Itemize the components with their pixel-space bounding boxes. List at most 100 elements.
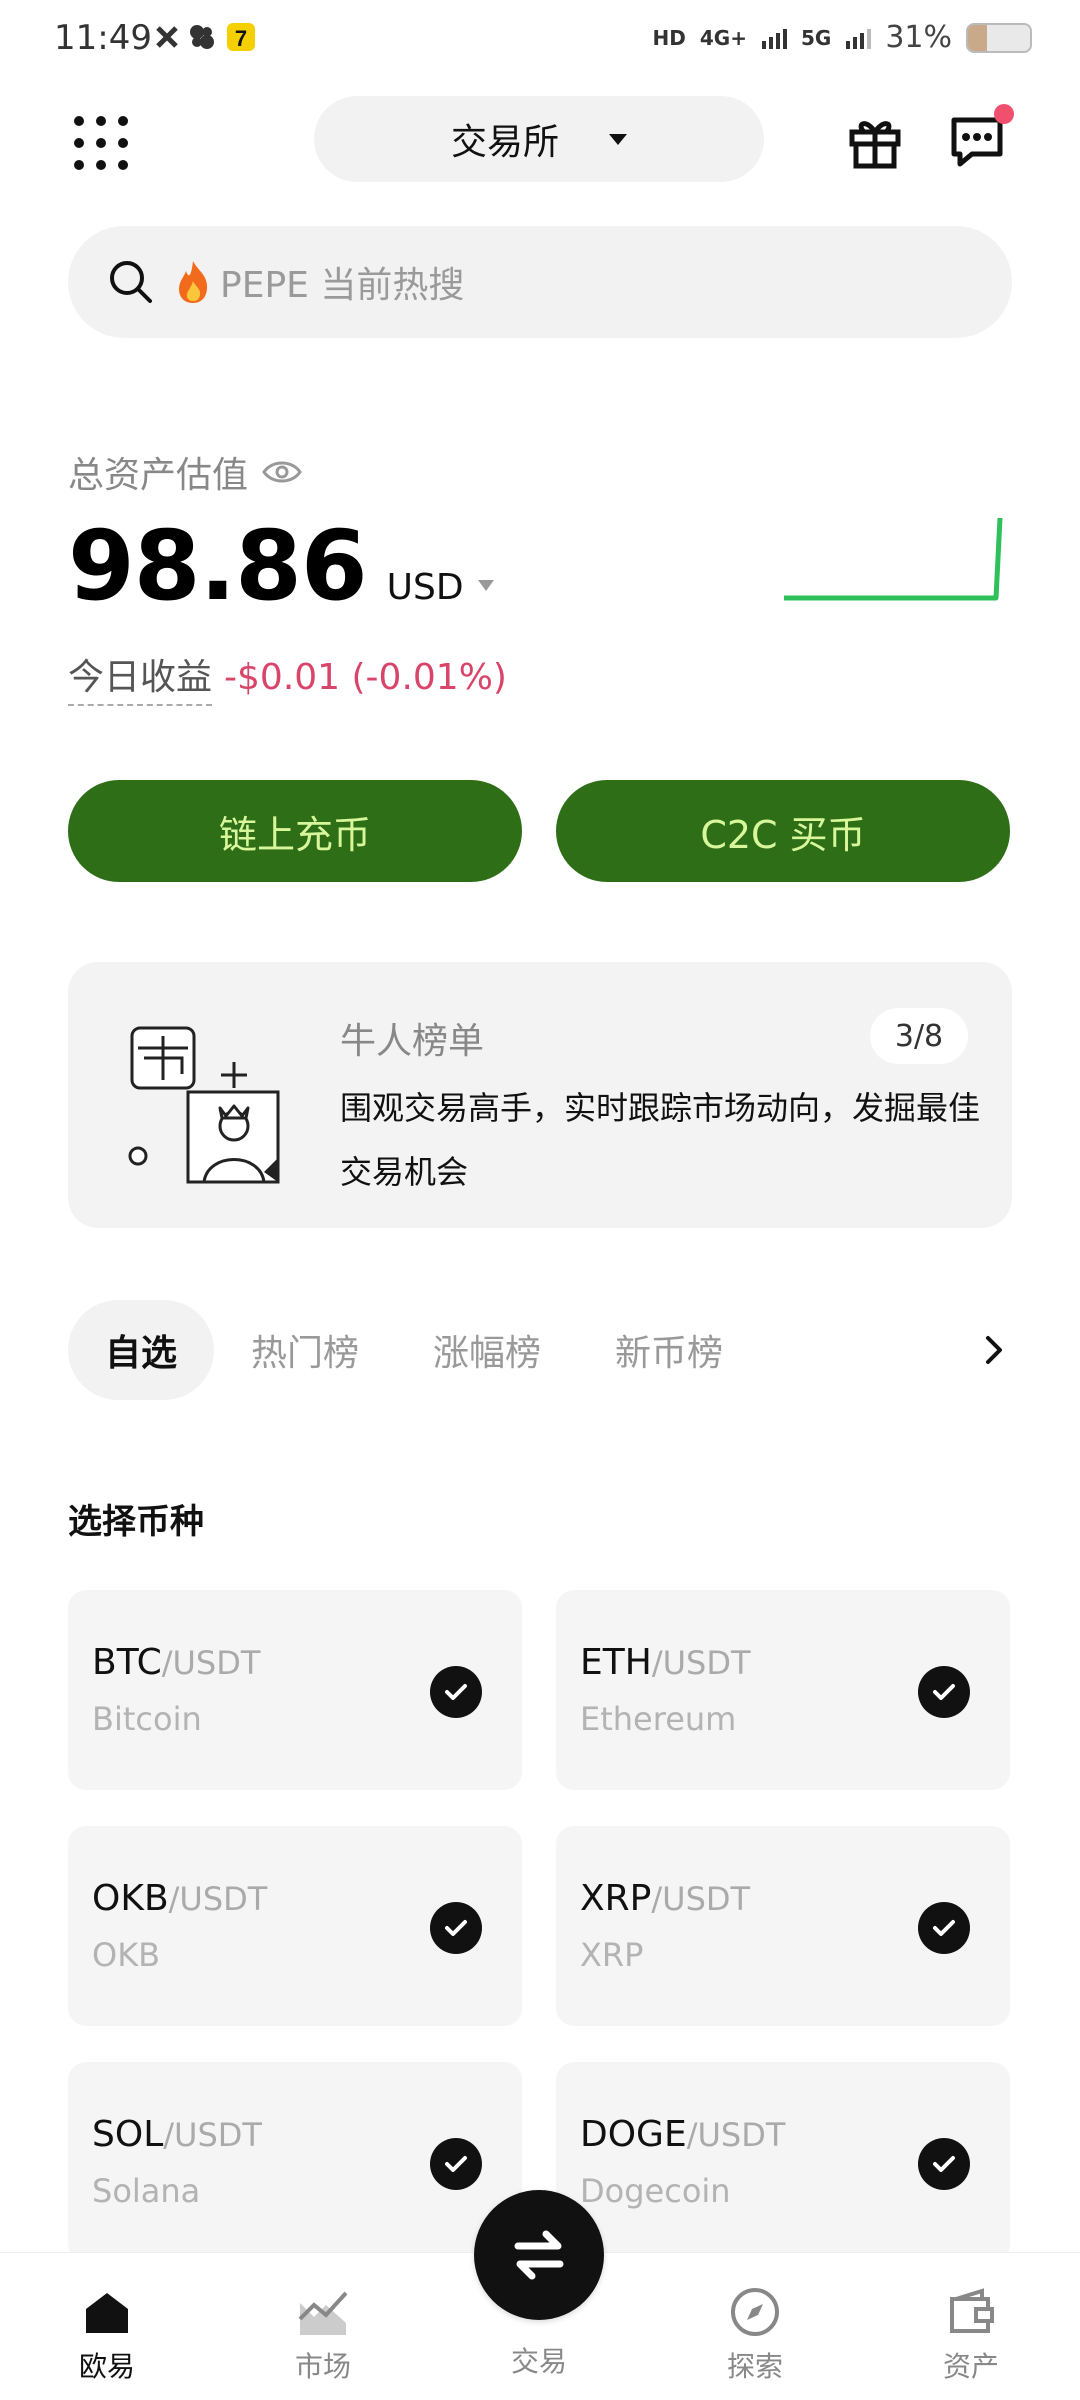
nav-home-label: 欧易 (78, 2350, 135, 2383)
coin-card-sol[interactable]: SOL/USDT Solana (68, 2062, 522, 2262)
status-time: 11:49 (54, 18, 152, 58)
nav-market[interactable]: 市场 (248, 2253, 398, 2400)
leaderboard-title: 牛人榜单 (340, 1021, 485, 1062)
coin-quote: /USDT (651, 1880, 751, 1918)
status-app-icons: 7 (156, 22, 256, 52)
coin-quote: /USDT (686, 2116, 786, 2154)
leaderboard-description: 围观交易高手，实时跟踪市场动向，发掘最佳交易机会 (340, 1089, 981, 1191)
coin-symbol: XRP (580, 1878, 652, 1919)
coin-pair: ETH/USDT (580, 1642, 751, 1683)
total-assets-value: 98.86 (68, 510, 368, 622)
battery-level (968, 24, 988, 51)
leaderboard-banner[interactable]: 牛人榜单 3/8 围观交易高手，实时跟踪市场动向，发掘最佳交易机会 (68, 962, 1012, 1228)
coin-card-doge[interactable]: DOGE/USDT Dogecoin (556, 2062, 1010, 2262)
battery-percent: 31% (885, 20, 952, 55)
wallet-icon (950, 2288, 994, 2333)
coin-symbol: BTC (92, 1642, 162, 1683)
currency-unit-selector[interactable]: USD (387, 567, 464, 608)
compass-icon (731, 2288, 779, 2336)
nav-trade-label: 交易 (510, 2345, 567, 2378)
swap-icon (514, 2230, 564, 2280)
total-assets-value-row: 98.86 USD (68, 510, 494, 622)
ranking-tabs: 自选 热门榜 涨幅榜 新币榜 (68, 1300, 1012, 1400)
market-chart-icon (298, 2291, 348, 2335)
leaderboard-illustration (128, 1026, 280, 1184)
c2c-buy-button[interactable]: C2C 买币 (556, 780, 1010, 882)
coin-quote: /USDT (651, 1644, 751, 1682)
chevron-right-icon[interactable] (976, 1332, 1012, 1368)
coin-card-okb[interactable]: OKB/USDT OKB (68, 1826, 522, 2026)
hd-indicator: HD (652, 25, 686, 50)
nav-market-label: 市场 (294, 2350, 351, 2383)
check-icon[interactable] (918, 1666, 970, 1718)
status-bar: 11:49 7 HD 4G+ 5G 31% (0, 0, 1080, 80)
notification-dot (994, 104, 1014, 124)
total-assets-header: 总资产估值 (68, 446, 302, 498)
check-icon[interactable] (918, 2138, 970, 2190)
app-notification-icon (156, 26, 178, 48)
svg-text:7: 7 (235, 26, 247, 51)
coin-quote: /USDT (168, 1880, 268, 1918)
check-icon[interactable] (430, 2138, 482, 2190)
coin-quote: /USDT (163, 2116, 262, 2154)
nav-explore[interactable]: 探索 (680, 2253, 830, 2400)
trade-button[interactable] (474, 2190, 604, 2320)
caret-down-icon (609, 133, 627, 145)
message-button[interactable] (948, 104, 1014, 170)
grid-menu-icon[interactable] (74, 116, 128, 170)
status-right: HD 4G+ 5G 31% (653, 20, 1032, 55)
nav-assets-label: 资产 (942, 2350, 999, 2383)
nav-explore-label: 探索 (726, 2350, 783, 2383)
app-header: 交易所 (0, 96, 1080, 186)
check-icon[interactable] (918, 1902, 970, 1954)
tab-hot[interactable]: 热门榜 (214, 1300, 396, 1400)
tab-watchlist[interactable]: 自选 (68, 1300, 215, 1400)
banner-page-indicator: 3/8 (870, 1008, 968, 1064)
search-bar[interactable]: PEPE 当前热搜 (68, 226, 1012, 338)
tab-gainers[interactable]: 涨幅榜 (396, 1300, 578, 1400)
network-4g-indicator: 4G+ (699, 25, 747, 50)
eye-icon[interactable] (262, 458, 302, 486)
exchange-mode-label: 交易所 (450, 122, 559, 163)
onchain-deposit-button[interactable]: 链上充币 (68, 780, 522, 882)
total-assets-label: 总资产估值 (68, 455, 249, 496)
app-seven-icon: 7 (227, 23, 255, 51)
coin-name: Ethereum (580, 1700, 737, 1738)
coin-name: Dogecoin (580, 2172, 731, 2210)
coin-card-btc[interactable]: BTC/USDT Bitcoin (68, 1590, 522, 1790)
coin-card-xrp[interactable]: XRP/USDT XRP (556, 1826, 1010, 2026)
sparkline-line (784, 517, 1003, 601)
coin-pair: BTC/USDT (92, 1642, 260, 1683)
today-pnl-row: 今日收益 -$0.01 (-0.01%) (68, 648, 507, 706)
coin-symbol: OKB (92, 1878, 169, 1919)
coin-name: Solana (92, 2172, 201, 2210)
home-icon (86, 2293, 128, 2333)
tab-new-listings[interactable]: 新币榜 (578, 1300, 760, 1400)
nav-home[interactable]: 欧易 (32, 2253, 182, 2400)
nav-assets[interactable]: 资产 (896, 2253, 1046, 2400)
check-icon[interactable] (430, 1902, 482, 1954)
today-pnl-label[interactable]: 今日收益 (68, 648, 213, 706)
gift-icon[interactable] (846, 112, 904, 170)
today-pnl-value: -$0.01 (-0.01%) (224, 656, 507, 698)
coin-symbol: SOL (92, 2114, 164, 2155)
search-icon (110, 261, 152, 303)
fire-icon (179, 261, 208, 303)
coin-card-eth[interactable]: ETH/USDT Ethereum (556, 1590, 1010, 1790)
coin-pair: OKB/USDT (92, 1878, 267, 1919)
coin-pair: SOL/USDT (92, 2114, 262, 2155)
signal-icon (761, 28, 787, 49)
coin-pair: XRP/USDT (580, 1878, 750, 1919)
caret-down-icon[interactable] (477, 580, 494, 591)
coin-name: XRP (580, 1936, 644, 1974)
search-hot-text: PEPE 当前热搜 (220, 265, 465, 306)
network-5g-indicator: 5G (800, 25, 832, 50)
coin-pair: DOGE/USDT (580, 2114, 785, 2155)
coin-name: OKB (92, 1936, 161, 1974)
exchange-mode-switch[interactable]: 交易所 (314, 96, 764, 182)
coin-name: Bitcoin (92, 1700, 202, 1738)
check-icon[interactable] (430, 1666, 482, 1718)
battery-icon (966, 22, 1032, 53)
assets-sparkline (784, 517, 1003, 601)
coin-symbol: DOGE (580, 2114, 687, 2155)
